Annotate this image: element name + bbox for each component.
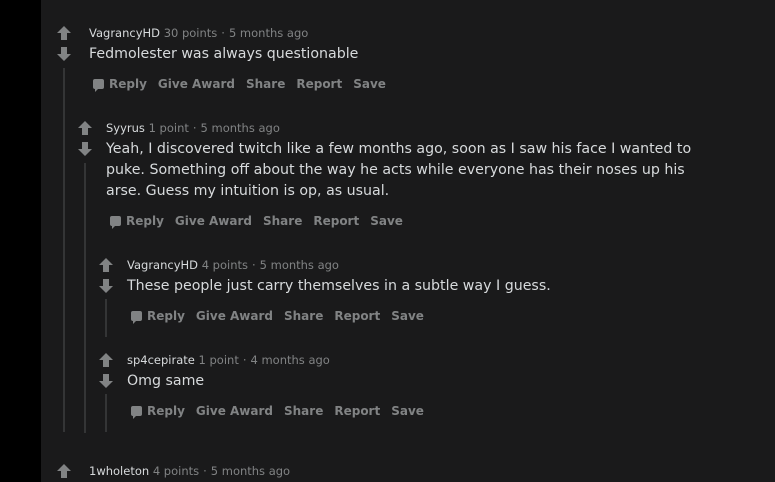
share-button[interactable]: Share bbox=[263, 213, 302, 229]
save-button[interactable]: Save bbox=[370, 213, 403, 229]
speech-bubble-icon bbox=[131, 406, 142, 419]
report-button[interactable]: Report bbox=[296, 76, 342, 92]
thread-line[interactable] bbox=[63, 68, 65, 432]
report-button[interactable]: Report bbox=[334, 403, 380, 419]
speech-bubble-icon bbox=[131, 311, 142, 324]
comment-time[interactable]: 5 months ago bbox=[201, 121, 280, 135]
share-button[interactable]: Share bbox=[284, 308, 323, 324]
upvote-arrow-icon[interactable] bbox=[98, 257, 114, 273]
comment-meta: VagrancyHD 30 points · 5 months ago bbox=[89, 26, 309, 40]
save-button[interactable]: Save bbox=[353, 76, 386, 92]
speech-bubble-icon bbox=[110, 216, 121, 229]
upvote-arrow-icon[interactable] bbox=[56, 463, 72, 479]
comment-actions: Reply Give Award Share Report Save bbox=[131, 308, 435, 324]
comment-actions: Reply Give Award Share Report Save bbox=[93, 76, 397, 92]
thread-line[interactable] bbox=[105, 394, 107, 432]
comment-meta: sp4cepirate 1 point · 4 months ago bbox=[127, 353, 330, 367]
upvote-arrow-icon[interactable] bbox=[77, 120, 93, 136]
speech-bubble-icon bbox=[93, 79, 104, 92]
comment-body: Fedmolester was always questionable bbox=[89, 46, 359, 62]
comment-body: These people just carry themselves in a … bbox=[127, 278, 551, 294]
comment-author[interactable]: 1wholeton bbox=[89, 464, 149, 478]
share-button[interactable]: Share bbox=[284, 403, 323, 419]
comment-time[interactable]: 5 months ago bbox=[211, 464, 290, 478]
comment-author[interactable]: Syyrus bbox=[106, 121, 145, 135]
thread-line[interactable] bbox=[84, 163, 86, 433]
upvote-arrow-icon[interactable] bbox=[98, 352, 114, 368]
give-award-button[interactable]: Give Award bbox=[196, 403, 273, 419]
reply-button[interactable]: Reply bbox=[131, 308, 185, 324]
comment-meta: 1wholeton 4 points · 5 months ago bbox=[89, 464, 291, 478]
downvote-arrow-icon[interactable] bbox=[98, 278, 114, 294]
comment-time[interactable]: 4 months ago bbox=[251, 353, 330, 367]
save-button[interactable]: Save bbox=[391, 403, 424, 419]
comment-actions: Reply Give Award Share Report Save bbox=[110, 213, 414, 229]
comment-points: 1 point bbox=[198, 353, 239, 367]
comment-points: 4 points bbox=[201, 258, 248, 272]
report-button[interactable]: Report bbox=[334, 308, 380, 324]
comment-time[interactable]: 5 months ago bbox=[260, 258, 339, 272]
downvote-arrow-icon[interactable] bbox=[77, 141, 93, 157]
downvote-arrow-icon[interactable] bbox=[98, 373, 114, 389]
comment-meta: Syyrus 1 point · 5 months ago bbox=[106, 121, 280, 135]
save-button[interactable]: Save bbox=[391, 308, 424, 324]
comment-points: 30 points bbox=[163, 26, 218, 40]
share-button[interactable]: Share bbox=[246, 76, 285, 92]
comment-author[interactable]: VagrancyHD bbox=[89, 26, 160, 40]
reply-button[interactable]: Reply bbox=[110, 213, 164, 229]
thread-line[interactable] bbox=[105, 299, 107, 337]
report-button[interactable]: Report bbox=[313, 213, 359, 229]
comment-author[interactable]: VagrancyHD bbox=[127, 258, 198, 272]
comment-actions: Reply Give Award Share Report Save bbox=[131, 403, 435, 419]
comment-body: Omg same bbox=[127, 373, 205, 389]
reply-button[interactable]: Reply bbox=[131, 403, 185, 419]
comment-points: 4 points bbox=[152, 464, 200, 478]
comment-points: 1 point bbox=[148, 121, 189, 135]
comment-author[interactable]: sp4cepirate bbox=[127, 353, 195, 367]
give-award-button[interactable]: Give Award bbox=[175, 213, 252, 229]
comment-meta: VagrancyHD 4 points · 5 months ago bbox=[127, 258, 339, 272]
comment-body: Yeah, I discovered twitch like a few mon… bbox=[106, 141, 692, 199]
reply-button[interactable]: Reply bbox=[93, 76, 147, 92]
comment-time[interactable]: 5 months ago bbox=[229, 26, 308, 40]
downvote-arrow-icon[interactable] bbox=[56, 46, 72, 62]
give-award-button[interactable]: Give Award bbox=[196, 308, 273, 324]
give-award-button[interactable]: Give Award bbox=[158, 76, 235, 92]
upvote-arrow-icon[interactable] bbox=[56, 25, 72, 41]
